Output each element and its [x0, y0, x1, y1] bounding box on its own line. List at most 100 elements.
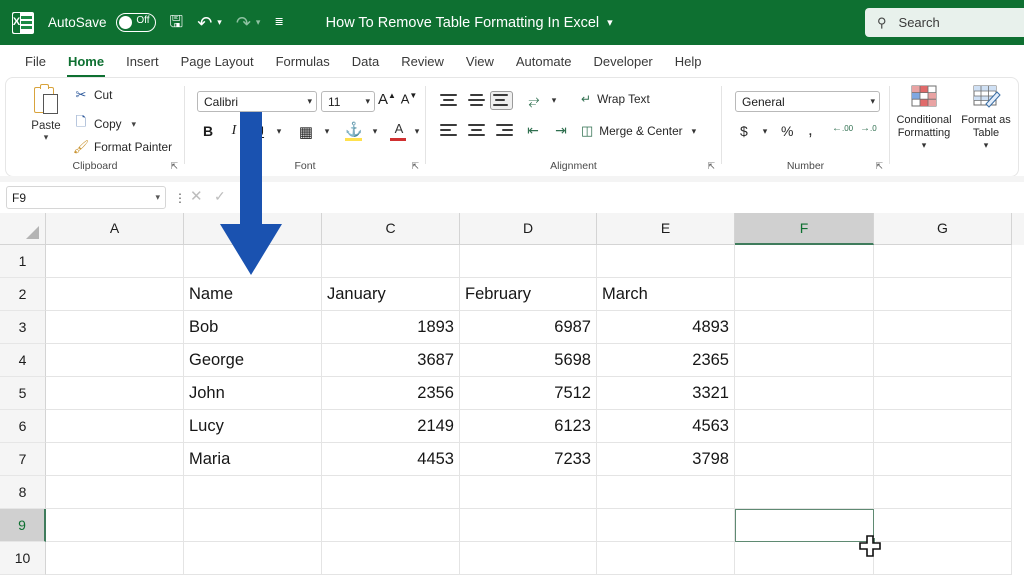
- paste-button[interactable]: Paste ▾: [20, 84, 72, 143]
- cell-f7[interactable]: [735, 443, 874, 476]
- number-dialog-launcher-icon[interactable]: ⇱: [875, 161, 883, 172]
- bold-button[interactable]: B: [200, 123, 216, 139]
- increase-decimal-icon[interactable]: ←.00: [832, 123, 853, 134]
- cell-b8[interactable]: [184, 476, 322, 509]
- font-name-select[interactable]: Calibri ▾: [197, 91, 317, 112]
- cell-g7[interactable]: [874, 443, 1012, 476]
- cell-a10[interactable]: [46, 542, 184, 575]
- cell-e5[interactable]: 3321: [597, 377, 735, 410]
- cell-f6[interactable]: [735, 410, 874, 443]
- cell-c1[interactable]: [322, 245, 460, 278]
- align-right-icon[interactable]: [496, 124, 513, 137]
- formula-bar-more-icon[interactable]: ⋮: [174, 191, 186, 205]
- underline-chevron-down-icon[interactable]: ▾: [273, 126, 285, 137]
- tab-formulas[interactable]: Formulas: [265, 50, 341, 73]
- cell-f4[interactable]: [735, 344, 874, 377]
- increase-indent-icon[interactable]: ⇥: [552, 122, 570, 139]
- customize-quick-access-icon[interactable]: ≣: [274, 17, 283, 28]
- cell-b7[interactable]: Maria: [184, 443, 322, 476]
- wrap-text-button[interactable]: ↵ Wrap Text: [581, 92, 650, 106]
- font-color-icon[interactable]: A: [391, 121, 407, 136]
- tab-help[interactable]: Help: [664, 50, 713, 73]
- cell-e2[interactable]: March: [597, 278, 735, 311]
- tab-insert[interactable]: Insert: [115, 50, 170, 73]
- tab-automate[interactable]: Automate: [505, 50, 583, 73]
- cell-e1[interactable]: [597, 245, 735, 278]
- clipboard-dialog-launcher-icon[interactable]: ⇱: [170, 161, 178, 172]
- align-center-icon[interactable]: [468, 124, 485, 137]
- cell-d8[interactable]: [460, 476, 597, 509]
- cell-a2[interactable]: [46, 278, 184, 311]
- tab-developer[interactable]: Developer: [583, 50, 664, 73]
- tab-home[interactable]: Home: [57, 50, 115, 78]
- cell-c2[interactable]: January: [322, 278, 460, 311]
- percent-style-icon[interactable]: %: [781, 123, 793, 139]
- confirm-icon[interactable]: ✓: [214, 188, 226, 205]
- cell-g8[interactable]: [874, 476, 1012, 509]
- cancel-icon[interactable]: ✕: [190, 187, 203, 205]
- redo-dropdown-chevron-icon[interactable]: ▾: [256, 18, 261, 27]
- row-header-4[interactable]: 4: [0, 344, 46, 377]
- cell-a3[interactable]: [46, 311, 184, 344]
- row-header-3[interactable]: 3: [0, 311, 46, 344]
- cell-g1[interactable]: [874, 245, 1012, 278]
- row-header-7[interactable]: 7: [0, 443, 46, 476]
- search-box[interactable]: ⚲ Search: [865, 8, 1024, 37]
- underline-button[interactable]: U: [251, 123, 267, 139]
- format-as-table-button[interactable]: Format as Table ▾: [955, 84, 1017, 151]
- cell-b5[interactable]: John: [184, 377, 322, 410]
- column-header-c[interactable]: C: [322, 213, 460, 245]
- cell-f1[interactable]: [735, 245, 874, 278]
- currency-icon[interactable]: $: [740, 123, 748, 139]
- document-title-chevron-icon[interactable]: ▾: [607, 16, 613, 29]
- format-as-table-chevron-down-icon[interactable]: ▾: [955, 140, 1017, 151]
- cell-a9[interactable]: [46, 509, 184, 542]
- cell-g2[interactable]: [874, 278, 1012, 311]
- borders-chevron-down-icon[interactable]: ▾: [321, 126, 333, 137]
- orientation-icon[interactable]: ⥂: [525, 92, 543, 109]
- merge-center-button[interactable]: ◫ Merge & Center ▾: [581, 123, 696, 139]
- cell-e10[interactable]: [597, 542, 735, 575]
- formula-input[interactable]: [236, 186, 1018, 209]
- cell-f3[interactable]: [735, 311, 874, 344]
- cell-e4[interactable]: 2365: [597, 344, 735, 377]
- cell-b6[interactable]: Lucy: [184, 410, 322, 443]
- cell-a7[interactable]: [46, 443, 184, 476]
- font-name-chevron-down-icon[interactable]: ▾: [307, 96, 312, 107]
- increase-font-size-icon[interactable]: A▲: [377, 91, 397, 108]
- row-header-2[interactable]: 2: [0, 278, 46, 311]
- cell-d4[interactable]: 5698: [460, 344, 597, 377]
- undo-dropdown-chevron-icon[interactable]: ▾: [217, 18, 222, 27]
- font-size-select[interactable]: 11 ▾: [321, 91, 375, 112]
- column-header-e[interactable]: E: [597, 213, 735, 245]
- copy-chevron-down-icon[interactable]: ▾: [132, 119, 137, 130]
- merge-center-chevron-down-icon[interactable]: ▾: [692, 126, 697, 137]
- tab-review[interactable]: Review: [390, 50, 455, 73]
- tab-view[interactable]: View: [455, 50, 505, 73]
- copy-button[interactable]: 🗋 Copy ▾: [72, 113, 136, 135]
- align-middle-icon[interactable]: [468, 94, 485, 107]
- cell-e3[interactable]: 4893: [597, 311, 735, 344]
- cell-c4[interactable]: 3687: [322, 344, 460, 377]
- cell-g6[interactable]: [874, 410, 1012, 443]
- cell-c10[interactable]: [322, 542, 460, 575]
- row-header-1[interactable]: 1: [0, 245, 46, 278]
- font-size-chevron-down-icon[interactable]: ▾: [365, 96, 370, 107]
- cell-d7[interactable]: 7233: [460, 443, 597, 476]
- row-header-5[interactable]: 5: [0, 377, 46, 410]
- conditional-formatting-chevron-down-icon[interactable]: ▾: [893, 140, 955, 151]
- cell-f2[interactable]: [735, 278, 874, 311]
- column-header-a[interactable]: A: [46, 213, 184, 245]
- font-dialog-launcher-icon[interactable]: ⇱: [411, 161, 419, 172]
- decrease-indent-icon[interactable]: ⇤: [524, 122, 542, 139]
- cell-d9[interactable]: [460, 509, 597, 542]
- fill-color-icon[interactable]: ⚓: [345, 121, 363, 138]
- cell-g5[interactable]: [874, 377, 1012, 410]
- save-icon[interactable]: 🖫: [170, 14, 184, 31]
- cell-c7[interactable]: 4453: [322, 443, 460, 476]
- cell-d5[interactable]: 7512: [460, 377, 597, 410]
- cell-d2[interactable]: February: [460, 278, 597, 311]
- column-header-f[interactable]: F: [735, 213, 874, 245]
- cell-c8[interactable]: [322, 476, 460, 509]
- cell-b3[interactable]: Bob: [184, 311, 322, 344]
